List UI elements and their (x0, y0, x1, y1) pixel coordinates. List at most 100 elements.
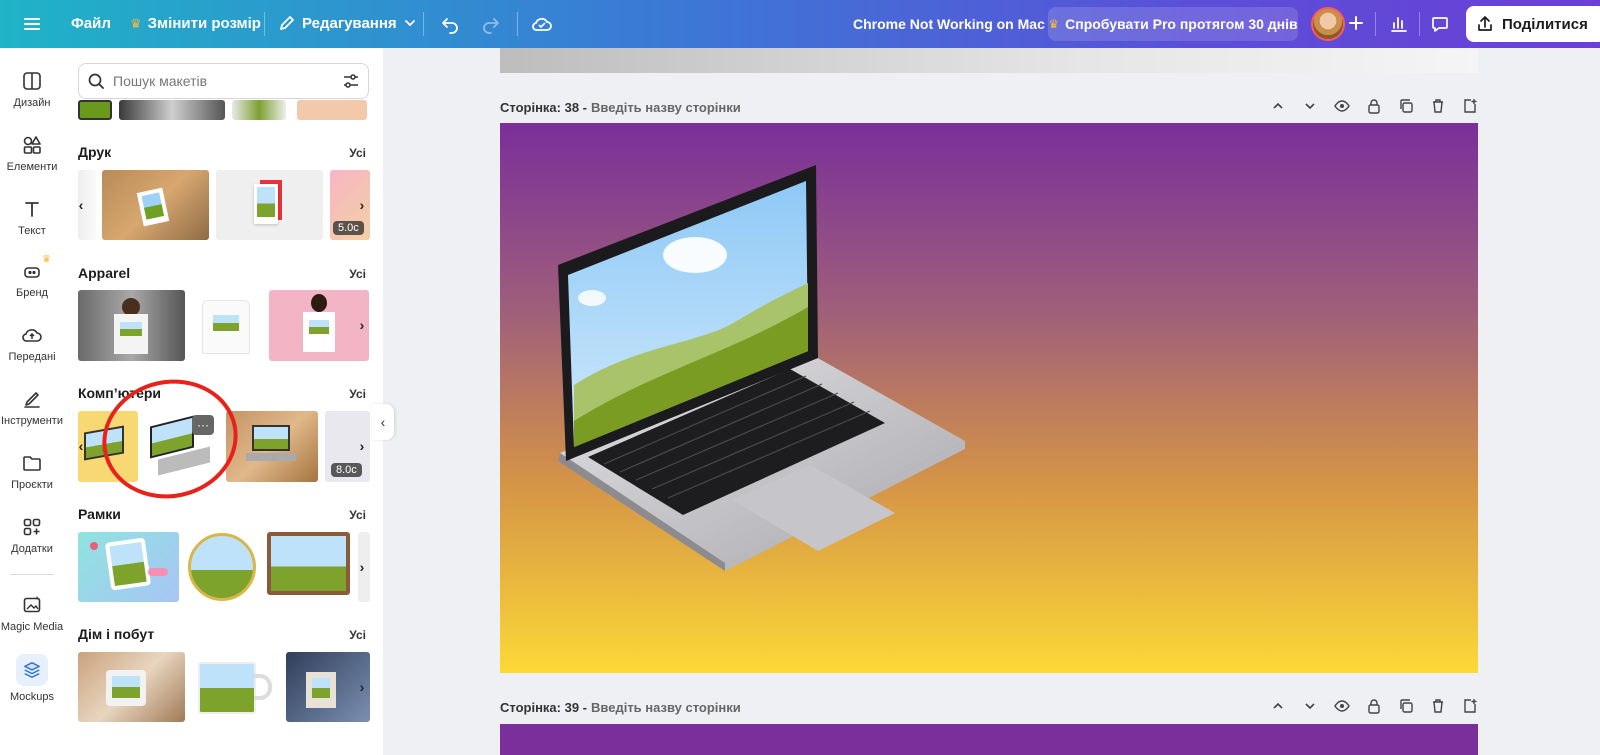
chevron-left-icon: ‹ (380, 414, 386, 430)
thumbnail[interactable] (226, 411, 318, 482)
resize-button[interactable]: ♛ Змінити розмір (130, 15, 261, 32)
chevron-right-icon[interactable]: › (355, 557, 369, 577)
pen-tool-icon (21, 388, 43, 410)
undo-icon[interactable] (440, 14, 460, 34)
thumbnail[interactable] (192, 652, 279, 722)
rail-label: Дизайн (13, 97, 51, 109)
lock-icon[interactable] (1365, 697, 1382, 714)
file-menu-label: Файл (71, 15, 111, 32)
duration-badge: 5.0с (333, 221, 364, 235)
rail-item-tools[interactable]: Інструменти (0, 388, 64, 427)
rail-label: Передані (8, 351, 56, 363)
redo-icon[interactable] (481, 14, 501, 34)
rail-label: Інструменти (1, 415, 63, 427)
page-toolbar (1269, 97, 1478, 114)
crown-icon: ♛ (42, 254, 51, 265)
see-all-apparel-link[interactable]: Усі (349, 267, 366, 281)
lock-icon[interactable] (1365, 97, 1382, 114)
rail-label: Magic Media (0, 621, 64, 633)
editing-mode-button[interactable]: Редагування (278, 14, 417, 32)
thumbnail[interactable] (78, 532, 179, 602)
see-all-computers-link[interactable]: Усі (349, 387, 366, 401)
avatar[interactable] (1311, 7, 1345, 41)
page-number-label: Сторінка: 38 - (500, 99, 588, 115)
section-title-apparel: Apparel (78, 265, 131, 281)
folder-icon (21, 452, 43, 474)
rail-item-projects[interactable]: Проєкти (0, 452, 64, 491)
chevron-down-icon (403, 16, 417, 30)
chevron-left-icon[interactable]: ‹ (74, 436, 88, 456)
chevron-right-icon[interactable]: › (355, 436, 369, 456)
chevron-down-icon[interactable] (1301, 97, 1318, 114)
try-pro-button[interactable]: ♛ Спробувати Pro протягом 30 днів (1048, 7, 1298, 41)
rail-item-brand[interactable]: ♛ Бренд (0, 254, 64, 299)
thumbnail[interactable] (78, 100, 112, 120)
add-page-icon[interactable] (1461, 97, 1478, 114)
rail-label: Mockups (9, 691, 55, 703)
search-field[interactable] (78, 63, 369, 99)
rail-item-mockups[interactable]: Mockups (0, 654, 64, 703)
rail-item-text[interactable]: Текст (0, 198, 64, 237)
thumbnail[interactable] (267, 532, 350, 595)
page-toolbar (1269, 697, 1478, 714)
duplicate-icon[interactable] (1397, 697, 1414, 714)
rail-item-apps[interactable]: Додатки (0, 516, 64, 555)
chevron-left-icon[interactable]: ‹ (74, 195, 88, 215)
rail-item-elements[interactable]: Елементи (0, 134, 64, 173)
rail-label: Додатки (11, 543, 53, 555)
thumbnail[interactable] (78, 290, 185, 361)
file-menu-button[interactable]: Файл (71, 15, 111, 32)
chevron-up-icon[interactable] (1269, 97, 1286, 114)
rail-item-design[interactable]: Дизайн (0, 70, 64, 109)
thumbnail[interactable] (186, 532, 258, 602)
page-header-39: Сторінка: 39 - Введіть назву сторінки (500, 697, 1478, 717)
thumbnail[interactable] (102, 170, 209, 240)
thumbnail[interactable] (269, 290, 369, 361)
filter-sliders-icon[interactable] (342, 72, 360, 90)
chevron-right-icon[interactable]: › (355, 195, 369, 215)
add-collaborator-icon[interactable] (1347, 14, 1365, 32)
top-toolbar: Файл ♛ Змінити розмір Редагування Chrome… (0, 0, 1600, 48)
add-page-icon[interactable] (1461, 697, 1478, 714)
cloud-saved-icon[interactable] (531, 14, 553, 34)
laptop-mockup-image[interactable] (500, 123, 1478, 673)
chevron-right-icon[interactable]: › (355, 677, 369, 697)
thumbnail[interactable] (119, 100, 225, 120)
crown-icon: ♛ (1048, 17, 1060, 31)
document-title[interactable]: Chrome Not Working on Mac (853, 16, 1045, 32)
hide-page-icon[interactable] (1333, 697, 1350, 714)
share-button[interactable]: Поділитися (1466, 6, 1600, 42)
chevron-right-icon[interactable]: › (355, 315, 369, 335)
chevron-down-icon[interactable] (1301, 697, 1318, 714)
menu-icon[interactable] (22, 14, 42, 34)
duplicate-icon[interactable] (1397, 97, 1414, 114)
trash-icon[interactable] (1429, 97, 1446, 114)
see-all-frames-link[interactable]: Усі (349, 508, 366, 522)
page-37-canvas[interactable] (500, 48, 1478, 73)
search-icon (87, 72, 105, 90)
trash-icon[interactable] (1429, 697, 1446, 714)
page-title-input[interactable]: Введіть назву сторінки (591, 100, 741, 115)
text-icon (21, 198, 43, 220)
thumbnail[interactable] (192, 290, 259, 361)
rail-item-magic-media[interactable]: Magic Media (0, 594, 64, 633)
thumbnail[interactable] (78, 652, 185, 722)
search-input[interactable] (113, 73, 334, 89)
page-39-canvas[interactable] (500, 724, 1478, 755)
thumbnail[interactable] (297, 100, 367, 120)
comment-icon[interactable] (1430, 14, 1450, 34)
see-all-home-link[interactable]: Усі (349, 628, 366, 642)
crown-icon: ♛ (130, 15, 142, 31)
rail-item-uploads[interactable]: Передані (0, 324, 64, 363)
section-title-frames: Рамки (78, 506, 121, 522)
insights-chart-icon[interactable] (1389, 14, 1409, 34)
chevron-up-icon[interactable] (1269, 697, 1286, 714)
collapse-panel-button[interactable]: ‹ (372, 404, 394, 440)
magic-media-icon (21, 594, 43, 616)
page-title-input[interactable]: Введіть назву сторінки (591, 700, 741, 715)
thumbnail[interactable] (232, 100, 286, 120)
thumbnail[interactable] (216, 170, 323, 240)
see-all-print-link[interactable]: Усі (349, 146, 366, 160)
page-38-canvas[interactable] (500, 123, 1478, 673)
hide-page-icon[interactable] (1333, 97, 1350, 114)
